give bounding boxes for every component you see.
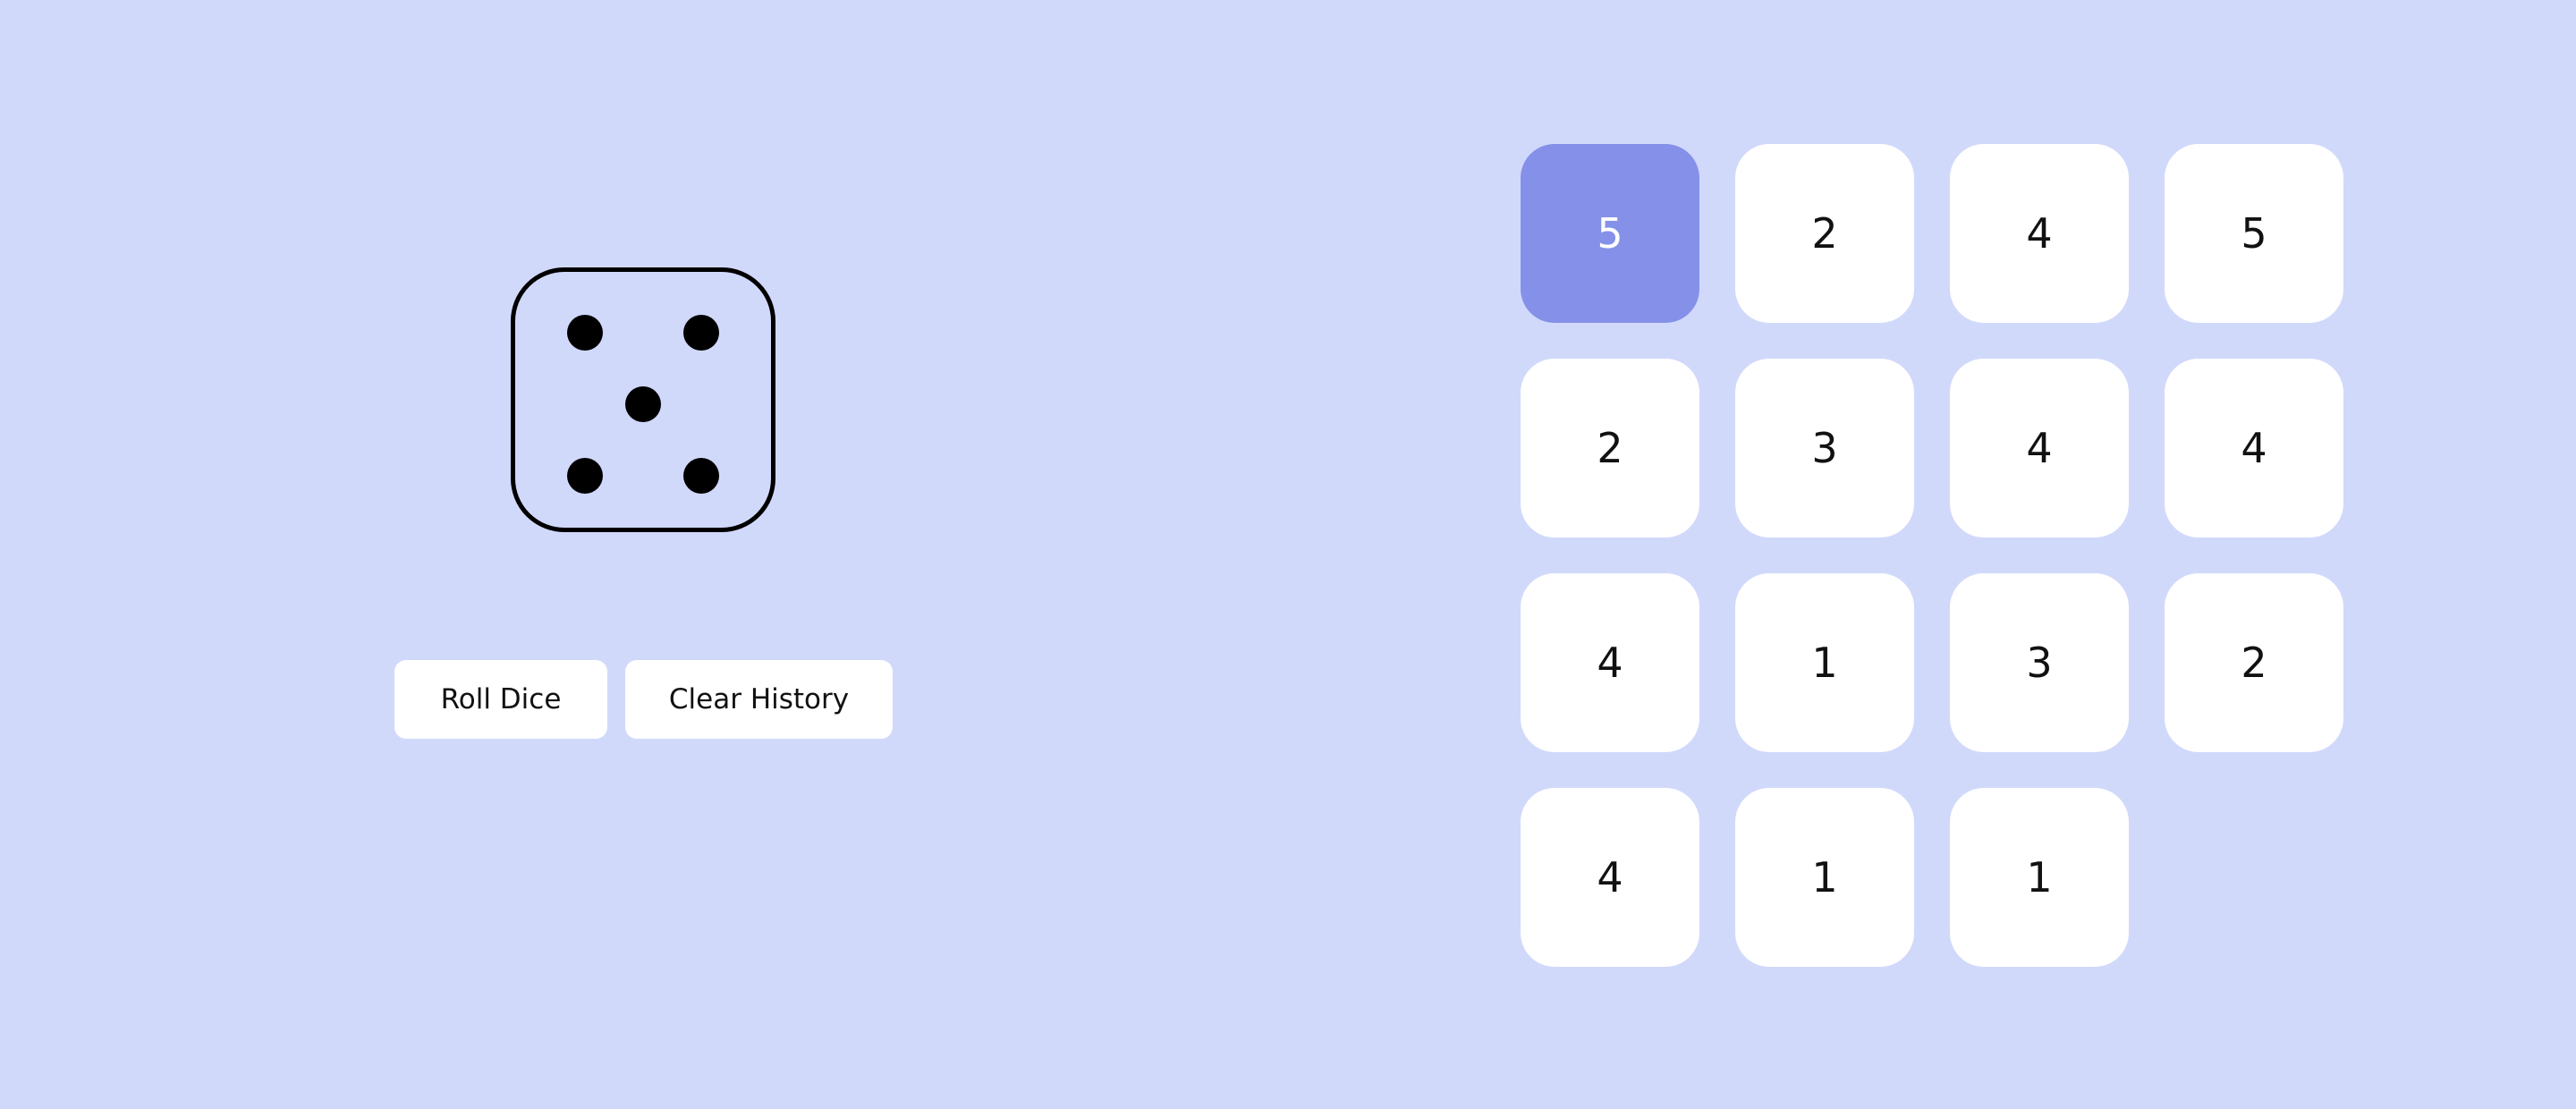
die-pip — [567, 315, 603, 351]
history-cell: 4 — [2165, 359, 2343, 538]
history-cell: 1 — [1735, 573, 1914, 752]
history-cell: 3 — [1735, 359, 1914, 538]
die-face-five-icon — [511, 267, 775, 532]
history-cell: 2 — [2165, 573, 2343, 752]
clear-history-button[interactable]: Clear History — [625, 660, 893, 739]
history-cell: 4 — [1950, 144, 2129, 323]
history-cell: 4 — [1950, 359, 2129, 538]
history-cell: 4 — [1521, 788, 1699, 967]
history-cell: 4 — [1521, 573, 1699, 752]
roll-history-grid: 524523444132411 — [1521, 144, 2343, 967]
history-cell: 3 — [1950, 573, 2129, 752]
history-cell-current: 5 — [1521, 144, 1699, 323]
history-cell: 1 — [1950, 788, 2129, 967]
history-cell: 2 — [1735, 144, 1914, 323]
die-pip — [625, 386, 661, 422]
history-cell: 2 — [1521, 359, 1699, 538]
history-cell: 1 — [1735, 788, 1914, 967]
history-cell: 5 — [2165, 144, 2343, 323]
die-pip — [567, 458, 603, 494]
dice-app: Roll Dice Clear History 524523444132411 — [0, 0, 2576, 1109]
roll-dice-button[interactable]: Roll Dice — [394, 660, 607, 739]
die-pip — [683, 315, 719, 351]
die-pip — [683, 458, 719, 494]
